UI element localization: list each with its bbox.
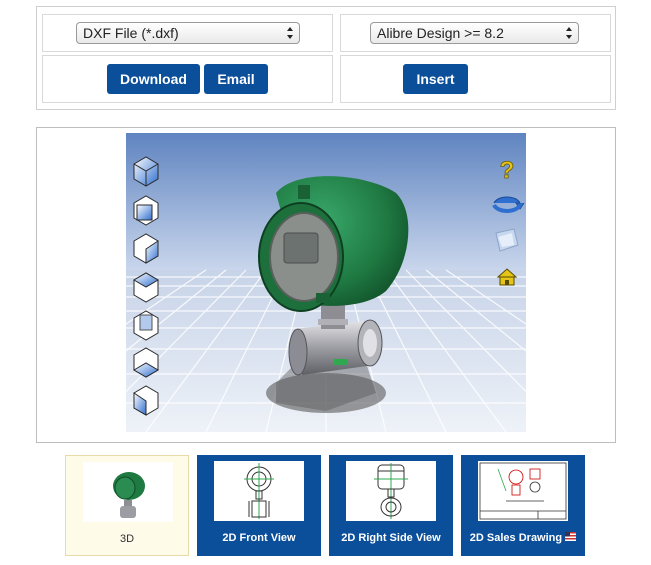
thumbnail-label: 3D xyxy=(119,533,135,545)
thumbnail-2d-front-view[interactable]: 2D Front View xyxy=(197,455,321,556)
transmitter-housing xyxy=(258,176,409,312)
view-cube-right-icon[interactable] xyxy=(133,233,159,264)
thumbnail-label-text: 2D Sales Drawing xyxy=(469,532,563,544)
thumbnail-2d-sales-image xyxy=(478,461,568,521)
thumbnail-label: 2D Front View xyxy=(222,532,296,544)
select-arrows-icon xyxy=(287,27,293,39)
email-button[interactable]: Email xyxy=(204,64,268,94)
3d-viewport[interactable]: ? xyxy=(126,133,526,432)
cad-system-cell: Alibre Design >= 8.2 xyxy=(340,14,611,52)
view-cube-front-icon[interactable] xyxy=(133,195,159,226)
view-cube-back-icon[interactable] xyxy=(133,310,159,341)
thumbnail-2d-right-side-view[interactable]: 2D Right Side View xyxy=(329,455,453,556)
insert-actions-cell: Insert xyxy=(340,55,611,103)
thumbnail-label: 2D Sales Drawing xyxy=(461,532,585,544)
cad-system-select[interactable]: Alibre Design >= 8.2 xyxy=(370,22,579,44)
3d-scene[interactable]: ? xyxy=(126,133,526,432)
select-arrows-icon xyxy=(566,27,572,39)
download-button[interactable]: Download xyxy=(107,64,200,94)
format-select[interactable]: DXF File (*.dxf) xyxy=(76,22,300,44)
format-select-value: DXF File (*.dxf) xyxy=(83,25,179,41)
download-actions-cell: Download Email xyxy=(42,55,333,103)
view-cube-top-icon[interactable] xyxy=(133,272,159,303)
thumbnail-2d-sales-drawing[interactable]: 2D Sales Drawing xyxy=(461,455,585,556)
thumbnail-3d[interactable]: 3D xyxy=(65,455,189,556)
thumbnail-3d-image xyxy=(83,462,173,522)
help-icon[interactable]: ? xyxy=(499,157,515,185)
thumbnail-label: 2D Right Side View xyxy=(341,532,441,544)
thumbnail-2d-right-image xyxy=(346,461,436,521)
cad-system-select-value: Alibre Design >= 8.2 xyxy=(377,25,504,41)
cad-download-panel: DXF File (*.dxf) Alibre Design >= 8.2 Do… xyxy=(36,6,616,110)
view-cube-bottom-icon[interactable] xyxy=(133,347,159,378)
format-cell: DXF File (*.dxf) xyxy=(42,14,333,52)
insert-button[interactable]: Insert xyxy=(403,64,468,94)
view-cube-left-icon[interactable] xyxy=(133,385,159,416)
thumbnail-2d-front-image xyxy=(214,461,304,521)
view-cube-iso-icon[interactable] xyxy=(133,156,159,187)
us-flag-icon xyxy=(565,532,577,541)
